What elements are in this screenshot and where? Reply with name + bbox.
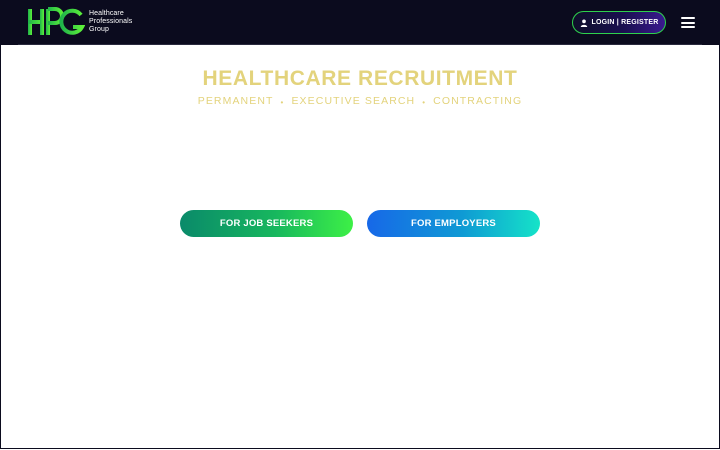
- logo-text: Healthcare Professionals Group: [89, 10, 132, 34]
- hpg-logo[interactable]: Healthcare Professionals Group: [27, 7, 132, 37]
- for-employers-button[interactable]: FOR EMPLOYERS: [367, 210, 540, 237]
- subtitle-permanent: PERMANENT: [197, 95, 274, 107]
- hero-subtitle: PERMANENT • EXECUTIVE SEARCH • CONTRACTI…: [0, 95, 720, 107]
- user-icon: [580, 19, 587, 27]
- subtitle-executive-search: EXECUTIVE SEARCH: [291, 95, 416, 107]
- for-job-seekers-button[interactable]: FOR JOB SEEKERS: [180, 210, 353, 237]
- logo-text-line-1: Healthcare: [89, 10, 124, 17]
- login-register-label: LOGIN | REGISTER: [591, 19, 659, 26]
- subtitle-contracting: CONTRACTING: [433, 95, 523, 107]
- subtitle-separator: •: [280, 97, 285, 107]
- login-register-button[interactable]: LOGIN | REGISTER: [572, 11, 666, 34]
- hpg-logo-icon: [28, 7, 85, 35]
- hero-title: HEALTHCARE RECRUITMENT: [202, 67, 518, 90]
- header-divider: [18, 44, 702, 45]
- logo-text-line-3: Group: [89, 26, 109, 33]
- for-employers-label: FOR EMPLOYERS: [411, 218, 496, 229]
- logo-text-line-2: Professionals: [89, 18, 133, 25]
- for-job-seekers-label: FOR JOB SEEKERS: [219, 218, 314, 229]
- hamburger-menu-icon[interactable]: [681, 17, 695, 28]
- subtitle-separator: •: [422, 97, 427, 107]
- site-header: Healthcare Professionals Group LOGIN | R…: [0, 0, 720, 45]
